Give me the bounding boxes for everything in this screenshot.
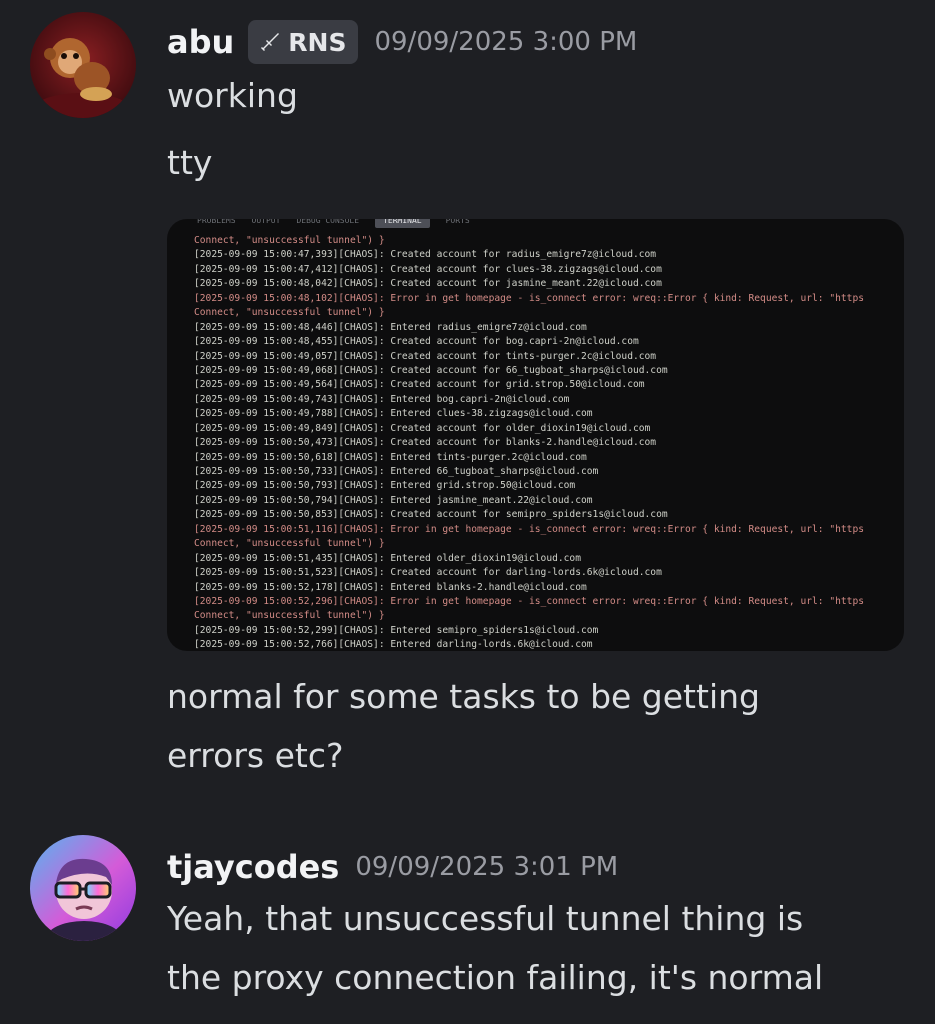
terminal-error-line: Connect, "unsuccessful tunnel") } xyxy=(194,307,385,319)
terminal-line: [2025-09-09 15:00:48,455][CHAOS]: Create… xyxy=(194,336,639,348)
username[interactable]: abu xyxy=(167,23,234,61)
terminal-line: [2025-09-09 15:00:49,068][CHAOS]: Create… xyxy=(194,364,668,376)
role-tag-label: RNS xyxy=(288,27,347,57)
terminal-line: [2025-09-09 15:00:52,299][CHAOS]: Entere… xyxy=(194,624,599,636)
role-tag[interactable]: RNS xyxy=(248,20,359,64)
terminal-line: [2025-09-09 15:00:50,473][CHAOS]: Create… xyxy=(194,437,657,449)
terminal-line: [2025-09-09 15:00:50,733][CHAOS]: Entere… xyxy=(194,466,599,477)
message-text: tty xyxy=(167,143,213,182)
terminal-line: [2025-09-09 15:00:48,446][CHAOS]: Entere… xyxy=(194,321,587,333)
terminal-line: [2025-09-09 15:00:51,523][CHAOS]: Create… xyxy=(194,567,662,579)
terminal-line: [2025-09-09 15:00:50,618][CHAOS]: Entere… xyxy=(194,451,587,463)
terminal-error-line: Connect, "unsuccessful tunnel") } xyxy=(194,538,385,550)
terminal-error-line: Connect, "unsuccessful tunnel") } xyxy=(194,235,385,246)
terminal-tab: DEBUG CONSOLE xyxy=(296,219,360,225)
terminal-line: [2025-09-09 15:00:49,564][CHAOS]: Create… xyxy=(194,379,645,391)
terminal-line: [2025-09-09 15:00:50,794][CHAOS]: Entere… xyxy=(194,494,593,506)
terminal-line: [2025-09-09 15:00:49,743][CHAOS]: Entere… xyxy=(194,393,570,405)
message-header: abu RNS 09/09/2025 3:00 PM xyxy=(167,20,637,64)
sword-icon xyxy=(261,33,280,51)
terminal-line: [2025-09-09 15:00:49,788][CHAOS]: Entere… xyxy=(194,408,593,420)
terminal-line: [2025-09-09 15:00:52,178][CHAOS]: Entere… xyxy=(194,581,587,593)
terminal-error-line: [2025-09-09 15:00:52,296][CHAOS]: Error … xyxy=(194,595,865,607)
terminal-tab: PROBLEMS xyxy=(197,219,236,225)
username[interactable]: tjaycodes xyxy=(167,848,339,886)
terminal-error-line: [2025-09-09 15:00:48,102][CHAOS]: Error … xyxy=(194,292,865,304)
message-header: tjaycodes 09/09/2025 3:01 PM xyxy=(167,845,618,889)
avatar[interactable] xyxy=(30,835,136,941)
terminal-line: [2025-09-09 15:00:50,793][CHAOS]: Entere… xyxy=(194,480,576,492)
message-abu: abu RNS 09/09/2025 3:00 PM working tty P… xyxy=(0,0,935,800)
monkey-avatar-icon xyxy=(30,12,136,118)
terminal-output: Connect, "unsuccessful tunnel") } [2025-0… xyxy=(194,234,904,651)
message-text: Yeah, that unsuccessful tunnel thing is xyxy=(167,899,804,938)
terminal-error-line: [2025-09-09 15:00:51,116][CHAOS]: Error … xyxy=(194,523,865,535)
message-text: errors etc? xyxy=(167,736,344,775)
message-text: normal for some tasks to be getting xyxy=(167,677,760,716)
cartoon-avatar-icon xyxy=(30,835,136,941)
terminal-line: [2025-09-09 15:00:50,853][CHAOS]: Create… xyxy=(194,509,668,521)
avatar[interactable] xyxy=(30,12,136,118)
terminal-tab: OUTPUT xyxy=(251,219,281,225)
terminal-line: [2025-09-09 15:00:51,435][CHAOS]: Entere… xyxy=(194,552,581,564)
terminal-line: [2025-09-09 15:00:47,412][CHAOS]: Create… xyxy=(194,263,662,275)
terminal-line: [2025-09-09 15:00:48,042][CHAOS]: Create… xyxy=(194,278,662,290)
message-text: working xyxy=(167,76,298,115)
message-text: the proxy connection failing, it's norma… xyxy=(167,958,824,997)
terminal-tab: TERMINAL xyxy=(375,219,430,228)
message-tjaycodes: tjaycodes 09/09/2025 3:01 PM Yeah, that … xyxy=(0,800,935,1024)
terminal-screenshot[interactable]: PROBLEMS OUTPUT DEBUG CONSOLE TERMINAL PORTS… xyxy=(167,219,904,651)
terminal-line: [2025-09-09 15:00:49,057][CHAOS]: Create… xyxy=(194,350,657,362)
timestamp: 09/09/2025 3:00 PM xyxy=(374,27,638,57)
timestamp: 09/09/2025 3:01 PM xyxy=(355,852,619,882)
terminal-line: [2025-09-09 15:00:49,849][CHAOS]: Create… xyxy=(194,422,651,434)
terminal-tab: PORTS xyxy=(445,219,470,225)
terminal-line: [2025-09-09 15:00:52,766][CHAOS]: Entere… xyxy=(194,639,593,651)
terminal-error-line: Connect, "unsuccessful tunnel") } xyxy=(194,610,385,622)
terminal-tabs: PROBLEMS OUTPUT DEBUG CONSOLE TERMINAL PORTS xyxy=(197,219,470,231)
terminal-line: [2025-09-09 15:00:47,393][CHAOS]: Create… xyxy=(194,249,657,261)
